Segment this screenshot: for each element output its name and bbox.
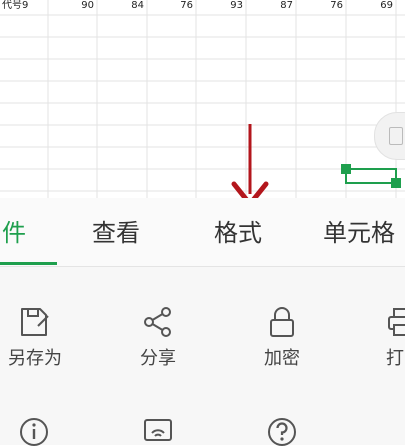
cell-value[interactable]: 90 — [48, 0, 94, 11]
cast-button[interactable] — [140, 416, 176, 448]
document-icon — [389, 127, 403, 145]
share-icon — [144, 307, 171, 337]
tab-view[interactable]: 查看 — [92, 218, 140, 248]
annotation-arrow — [231, 124, 269, 198]
cell-value[interactable]: 76 — [296, 0, 343, 11]
save-as-label: 另存为 — [8, 348, 62, 369]
tab-file[interactable]: 件 — [2, 218, 26, 248]
bottom-menu-panel: 件 查看 格式 单元格 另存为 分享 加密 打 — [0, 198, 405, 448]
encrypt-label: 加密 — [264, 348, 300, 369]
encrypt-button[interactable]: 加密 — [246, 306, 318, 370]
cell-value[interactable]: 69 — [346, 0, 393, 11]
save-as-button[interactable]: 另存为 — [0, 306, 70, 370]
print-icon — [388, 308, 405, 336]
info-icon — [20, 418, 48, 446]
tab-format[interactable]: 格式 — [214, 218, 262, 248]
share-button[interactable]: 分享 — [122, 306, 194, 370]
menu-tab-bar: 件 查看 格式 单元格 — [0, 198, 405, 267]
selection-handle-bottom-right — [391, 178, 401, 188]
share-label: 分享 — [140, 348, 176, 369]
print-label: 打 — [386, 348, 404, 369]
cell-value[interactable]: 87 — [246, 0, 293, 11]
cell-value[interactable]: 76 — [147, 0, 193, 11]
help-button[interactable] — [264, 416, 300, 448]
tab-cell[interactable]: 单元格 — [323, 218, 395, 248]
selected-cell[interactable] — [336, 160, 405, 192]
active-tab-indicator — [0, 262, 57, 265]
help-icon — [268, 418, 296, 446]
info-button[interactable] — [16, 416, 52, 448]
cell-value[interactable]: 84 — [97, 0, 144, 11]
cast-icon — [144, 419, 172, 441]
cell-value[interactable]: 93 — [196, 0, 243, 11]
cell-row-label[interactable]: 代号9 — [2, 0, 46, 11]
print-button[interactable]: 打 — [378, 306, 405, 370]
selection-handle-top-left — [341, 164, 351, 174]
spreadsheet-area[interactable]: 代号9 90 84 76 93 87 76 69 — [0, 0, 405, 198]
lock-icon — [270, 307, 294, 337]
save-as-icon — [21, 308, 49, 336]
